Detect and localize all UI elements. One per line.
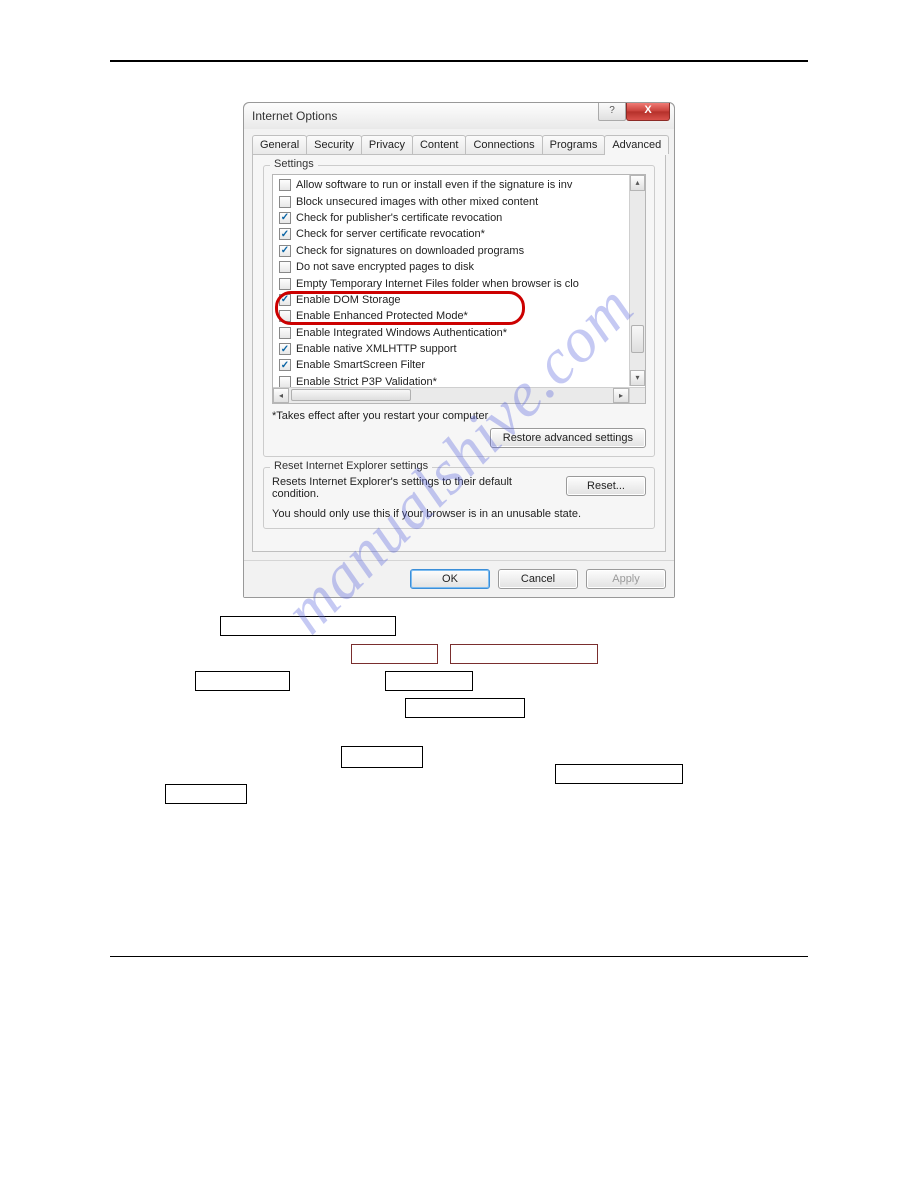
tab-panel-advanced: Settings Allow software to run or instal…: [252, 155, 666, 552]
scroll-corner: [629, 387, 645, 403]
tab-security[interactable]: Security: [306, 135, 362, 154]
internet-options-dialog: Internet Options ? X General Security Pr…: [243, 102, 675, 598]
settings-item[interactable]: Check for publisher's certificate revoca…: [279, 210, 628, 226]
dialog-footer: OK Cancel Apply: [244, 560, 674, 597]
settings-item-label: Block unsecured images with other mixed …: [296, 196, 538, 208]
settings-item[interactable]: Allow software to run or install even if…: [279, 177, 628, 193]
checkbox-icon[interactable]: [279, 228, 291, 240]
cancel-button[interactable]: Cancel: [498, 569, 578, 589]
reset-button[interactable]: Reset...: [566, 476, 646, 496]
scroll-left-arrow-icon[interactable]: ◂: [273, 388, 289, 403]
checkbox-icon[interactable]: [279, 196, 291, 208]
apply-button[interactable]: Apply: [586, 569, 666, 589]
checkbox-icon[interactable]: [279, 343, 291, 355]
settings-item-label: Check for publisher's certificate revoca…: [296, 212, 502, 224]
settings-item-label: Allow software to run or install even if…: [296, 179, 572, 191]
reset-fieldset: Reset Internet Explorer settings Resets …: [263, 467, 655, 529]
settings-fieldset: Settings Allow software to run or instal…: [263, 165, 655, 457]
scroll-right-arrow-icon[interactable]: ▸: [613, 388, 629, 403]
settings-item-label: Enable SmartScreen Filter: [296, 359, 425, 371]
vertical-scrollbar[interactable]: ▴ ▾: [629, 175, 645, 386]
reset-description: Resets Internet Explorer's settings to t…: [272, 476, 558, 500]
settings-item-label: Do not save encrypted pages to disk: [296, 261, 474, 273]
restore-advanced-button[interactable]: Restore advanced settings: [490, 428, 646, 448]
checkbox-icon[interactable]: [279, 327, 291, 339]
settings-item[interactable]: Do not save encrypted pages to disk: [279, 259, 628, 275]
tab-strip: General Security Privacy Content Connect…: [252, 135, 666, 155]
outline-box: [195, 671, 290, 691]
settings-item-label: Enable Enhanced Protected Mode*: [296, 310, 468, 322]
outline-box: [351, 644, 438, 664]
settings-item[interactable]: Enable Integrated Windows Authentication…: [279, 325, 628, 341]
help-button[interactable]: ?: [598, 103, 626, 121]
tab-advanced[interactable]: Advanced: [604, 135, 669, 154]
checkbox-icon[interactable]: [279, 179, 291, 191]
settings-item[interactable]: Empty Temporary Internet Files folder wh…: [279, 275, 628, 291]
outline-box: [341, 746, 423, 768]
vertical-scroll-thumb[interactable]: [631, 325, 644, 353]
settings-item[interactable]: Enable Enhanced Protected Mode*: [279, 308, 628, 324]
settings-legend: Settings: [270, 158, 318, 170]
tab-privacy[interactable]: Privacy: [361, 135, 413, 154]
horizontal-scrollbar[interactable]: ◂ ▸: [273, 387, 629, 403]
outline-box: [220, 616, 396, 636]
scroll-down-arrow-icon[interactable]: ▾: [630, 370, 645, 386]
restart-footnote: *Takes effect after you restart your com…: [272, 410, 646, 422]
settings-item[interactable]: Check for server certificate revocation*: [279, 226, 628, 242]
settings-item[interactable]: Block unsecured images with other mixed …: [279, 193, 628, 209]
dialog-body: General Security Privacy Content Connect…: [244, 129, 674, 560]
outline-box: [165, 784, 247, 804]
outline-box: [555, 764, 683, 784]
checkbox-icon[interactable]: [279, 245, 291, 257]
tab-general[interactable]: General: [252, 135, 307, 154]
settings-item[interactable]: Enable SmartScreen Filter: [279, 357, 628, 373]
settings-item-label: Check for server certificate revocation*: [296, 228, 485, 240]
settings-item-label: Enable DOM Storage: [296, 294, 401, 306]
outline-box: [385, 671, 473, 691]
settings-item[interactable]: Enable native XMLHTTP support: [279, 341, 628, 357]
horizontal-scroll-thumb[interactable]: [291, 389, 411, 401]
settings-listbox[interactable]: Allow software to run or install even if…: [272, 174, 646, 404]
top-rule: [110, 60, 808, 62]
ok-button[interactable]: OK: [410, 569, 490, 589]
tab-programs[interactable]: Programs: [542, 135, 606, 154]
outline-box: [405, 698, 525, 718]
settings-item[interactable]: Enable DOM Storage: [279, 292, 628, 308]
settings-item-label: Empty Temporary Internet Files folder wh…: [296, 278, 579, 290]
close-button[interactable]: X: [626, 103, 670, 121]
outline-boxes-area: [110, 616, 808, 816]
checkbox-icon[interactable]: [279, 278, 291, 290]
checkbox-icon[interactable]: [279, 212, 291, 224]
settings-item-label: Enable native XMLHTTP support: [296, 343, 457, 355]
settings-item-label: Enable Integrated Windows Authentication…: [296, 327, 507, 339]
scroll-up-arrow-icon[interactable]: ▴: [630, 175, 645, 191]
checkbox-icon[interactable]: [279, 359, 291, 371]
checkbox-icon[interactable]: [279, 261, 291, 273]
tab-connections[interactable]: Connections: [465, 135, 542, 154]
outline-box: [450, 644, 598, 664]
settings-item-label: Check for signatures on downloaded progr…: [296, 245, 524, 257]
checkbox-icon[interactable]: [279, 310, 291, 322]
checkbox-icon[interactable]: [279, 294, 291, 306]
titlebar: Internet Options ? X: [244, 103, 674, 129]
settings-item[interactable]: Check for signatures on downloaded progr…: [279, 243, 628, 259]
bottom-rule: [110, 956, 808, 957]
reset-warning: You should only use this if your browser…: [272, 508, 646, 520]
tab-content[interactable]: Content: [412, 135, 467, 154]
reset-legend: Reset Internet Explorer settings: [270, 460, 432, 472]
